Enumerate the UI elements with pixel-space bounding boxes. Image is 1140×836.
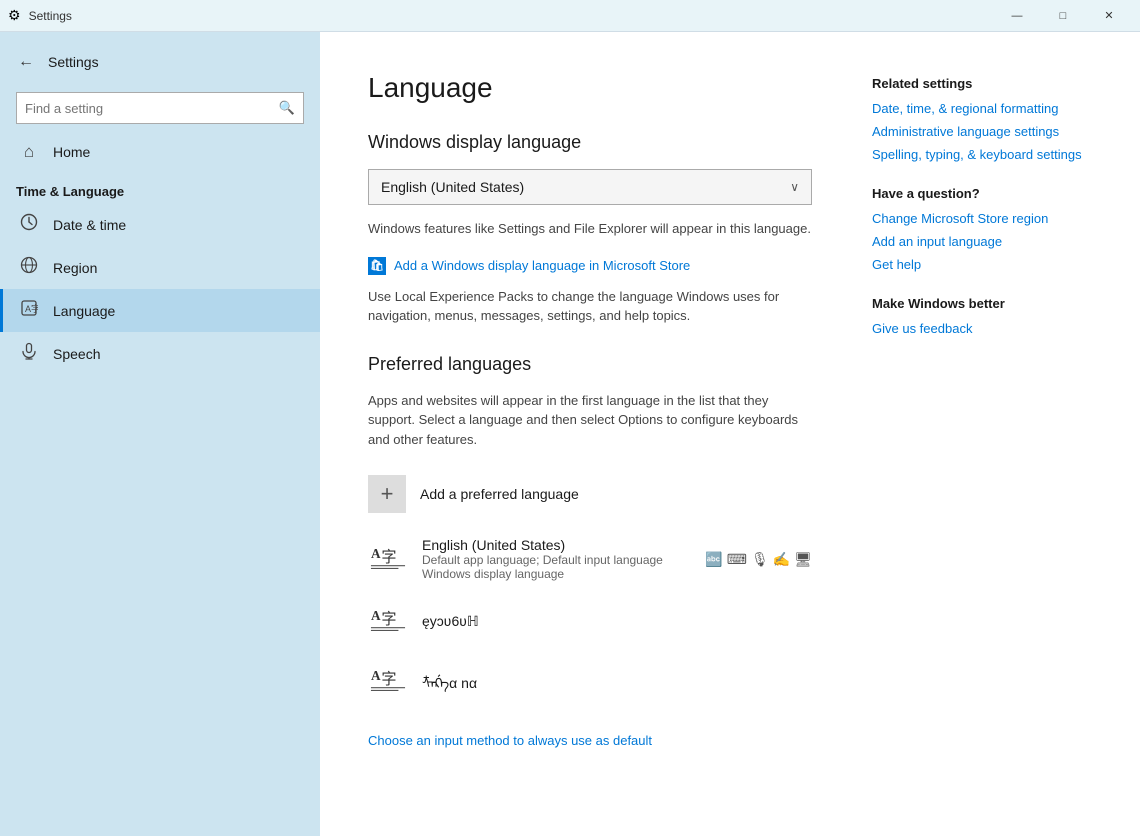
preferred-languages-description: Apps and websites will appear in the fir… xyxy=(368,391,812,450)
handwriting-badge-icon: ✍ xyxy=(773,551,790,568)
language-item-name-3: ᡮᠠᡬᠠα nα xyxy=(422,669,812,693)
language-item-info-3: ᡮᠠᡬᠠα nα xyxy=(422,669,812,693)
preferred-languages-title: Preferred languages xyxy=(368,354,812,375)
titlebar-title: Settings xyxy=(29,9,72,23)
search-icon: 🔍 xyxy=(279,100,295,116)
sidebar-item-label-date-time: Date & time xyxy=(53,217,126,233)
svg-text:A字: A字 xyxy=(25,303,38,314)
store-icon: 🛍 xyxy=(368,257,386,275)
sidebar-item-date-time[interactable]: Date & time xyxy=(0,203,320,246)
main-content: Language Windows display language Englis… xyxy=(320,32,1140,836)
change-microsoft-store-region-link[interactable]: Change Microsoft Store region xyxy=(872,211,1092,226)
speech-icon xyxy=(19,342,39,365)
font-badge-icon: 🔤 xyxy=(705,551,722,568)
add-store-link-label: Add a Windows display language in Micros… xyxy=(394,258,690,273)
titlebar-controls: — □ ✕ xyxy=(994,0,1132,32)
svg-text:A: A xyxy=(371,546,381,561)
maximize-button[interactable]: □ xyxy=(1040,0,1086,32)
svg-text:A: A xyxy=(371,668,381,683)
sidebar-item-label-language: Language xyxy=(53,303,115,319)
language-item-subtext: Default app language; Default input lang… xyxy=(422,553,691,581)
sidebar-item-language[interactable]: A字 Language xyxy=(0,289,320,332)
content-left: Language Windows display language Englis… xyxy=(368,72,812,796)
language-item-badges: 🔤 ⌨ 🎙 ✍ 🖥 xyxy=(705,551,812,568)
language-item-name-2: ęyɔʋ6ʋℍ xyxy=(422,613,812,630)
app-body: ← Settings 🔍 ⌂ Home Time & Language Date… xyxy=(0,32,1140,836)
chevron-down-icon: ∨ xyxy=(790,180,799,194)
sidebar: ← Settings 🔍 ⌂ Home Time & Language Date… xyxy=(0,32,320,836)
svg-text:字: 字 xyxy=(381,671,396,688)
titlebar: ⚙ Settings — □ ✕ xyxy=(0,0,1140,32)
page-title: Language xyxy=(368,72,812,104)
sidebar-item-label-region: Region xyxy=(53,260,97,276)
language-item-icon-3: A 字 xyxy=(368,661,408,701)
sidebar-item-label-home: Home xyxy=(53,144,90,160)
date-time-regional-link[interactable]: Date, time, & regional formatting xyxy=(872,101,1092,116)
make-windows-better-title: Make Windows better xyxy=(872,296,1092,311)
display-language-description: Windows features like Settings and File … xyxy=(368,219,812,239)
svg-text:A: A xyxy=(371,608,381,623)
language-dropdown[interactable]: English (United States) ∨ xyxy=(368,169,812,205)
windows-display-language-title: Windows display language xyxy=(368,132,812,153)
list-item[interactable]: A 字 ᡮᠠᡬᠠα nα xyxy=(368,653,812,709)
give-feedback-link[interactable]: Give us feedback xyxy=(872,321,1092,336)
language-icon: A字 xyxy=(19,299,39,322)
administrative-language-link[interactable]: Administrative language settings xyxy=(872,124,1092,139)
close-button[interactable]: ✕ xyxy=(1086,0,1132,32)
get-help-link[interactable]: Get help xyxy=(872,257,1092,272)
add-store-link[interactable]: 🛍 Add a Windows display language in Micr… xyxy=(368,257,812,275)
language-item-info-2: ęyɔʋ6ʋℍ xyxy=(422,613,812,630)
language-item-icon: A 字 xyxy=(368,539,408,579)
sidebar-item-speech[interactable]: Speech xyxy=(0,332,320,375)
search-input[interactable] xyxy=(25,101,279,116)
add-input-language-link[interactable]: Add an input language xyxy=(872,234,1092,249)
plus-icon: + xyxy=(368,475,406,513)
settings-icon: ⚙ xyxy=(8,7,21,24)
back-button[interactable]: ← xyxy=(12,48,40,76)
list-item[interactable]: A 字 English (United States) Default app … xyxy=(368,529,812,589)
list-item[interactable]: A 字 ęyɔʋ6ʋℍ xyxy=(368,593,812,649)
clock-icon xyxy=(19,213,39,236)
display-badge-icon: 🖥 xyxy=(794,551,812,568)
region-icon xyxy=(19,256,39,279)
language-dropdown-value: English (United States) xyxy=(381,179,524,195)
spelling-typing-keyboard-link[interactable]: Spelling, typing, & keyboard settings xyxy=(872,147,1092,162)
language-item-icon-2: A 字 xyxy=(368,601,408,641)
sidebar-item-region[interactable]: Region xyxy=(0,246,320,289)
content-right: Related settings Date, time, & regional … xyxy=(872,72,1092,796)
sidebar-nav-top: ← Settings xyxy=(0,40,320,84)
home-icon: ⌂ xyxy=(19,142,39,162)
sidebar-app-title: Settings xyxy=(48,54,99,70)
language-item-info: English (United States) Default app lang… xyxy=(422,537,691,581)
language-item-name: English (United States) xyxy=(422,537,691,553)
titlebar-left: ⚙ Settings xyxy=(8,7,72,24)
sidebar-item-label-speech: Speech xyxy=(53,346,100,362)
sidebar-item-home[interactable]: ⌂ Home xyxy=(0,132,320,172)
sidebar-search-box[interactable]: 🔍 xyxy=(16,92,304,124)
default-input-method-link[interactable]: Choose an input method to always use as … xyxy=(368,733,652,748)
store-description: Use Local Experience Packs to change the… xyxy=(368,287,812,326)
keyboard-badge-icon: ⌨ xyxy=(727,551,747,568)
related-settings-title: Related settings xyxy=(872,76,1092,91)
have-question-title: Have a question? xyxy=(872,186,1092,201)
minimize-button[interactable]: — xyxy=(994,0,1040,32)
mic-badge-icon: 🎙 xyxy=(751,551,769,568)
add-preferred-language-label: Add a preferred language xyxy=(420,486,579,502)
sidebar-section-label: Time & Language xyxy=(0,172,320,203)
svg-text:字: 字 xyxy=(381,549,396,566)
svg-text:字: 字 xyxy=(381,611,396,628)
add-preferred-language-button[interactable]: + Add a preferred language xyxy=(368,467,812,521)
